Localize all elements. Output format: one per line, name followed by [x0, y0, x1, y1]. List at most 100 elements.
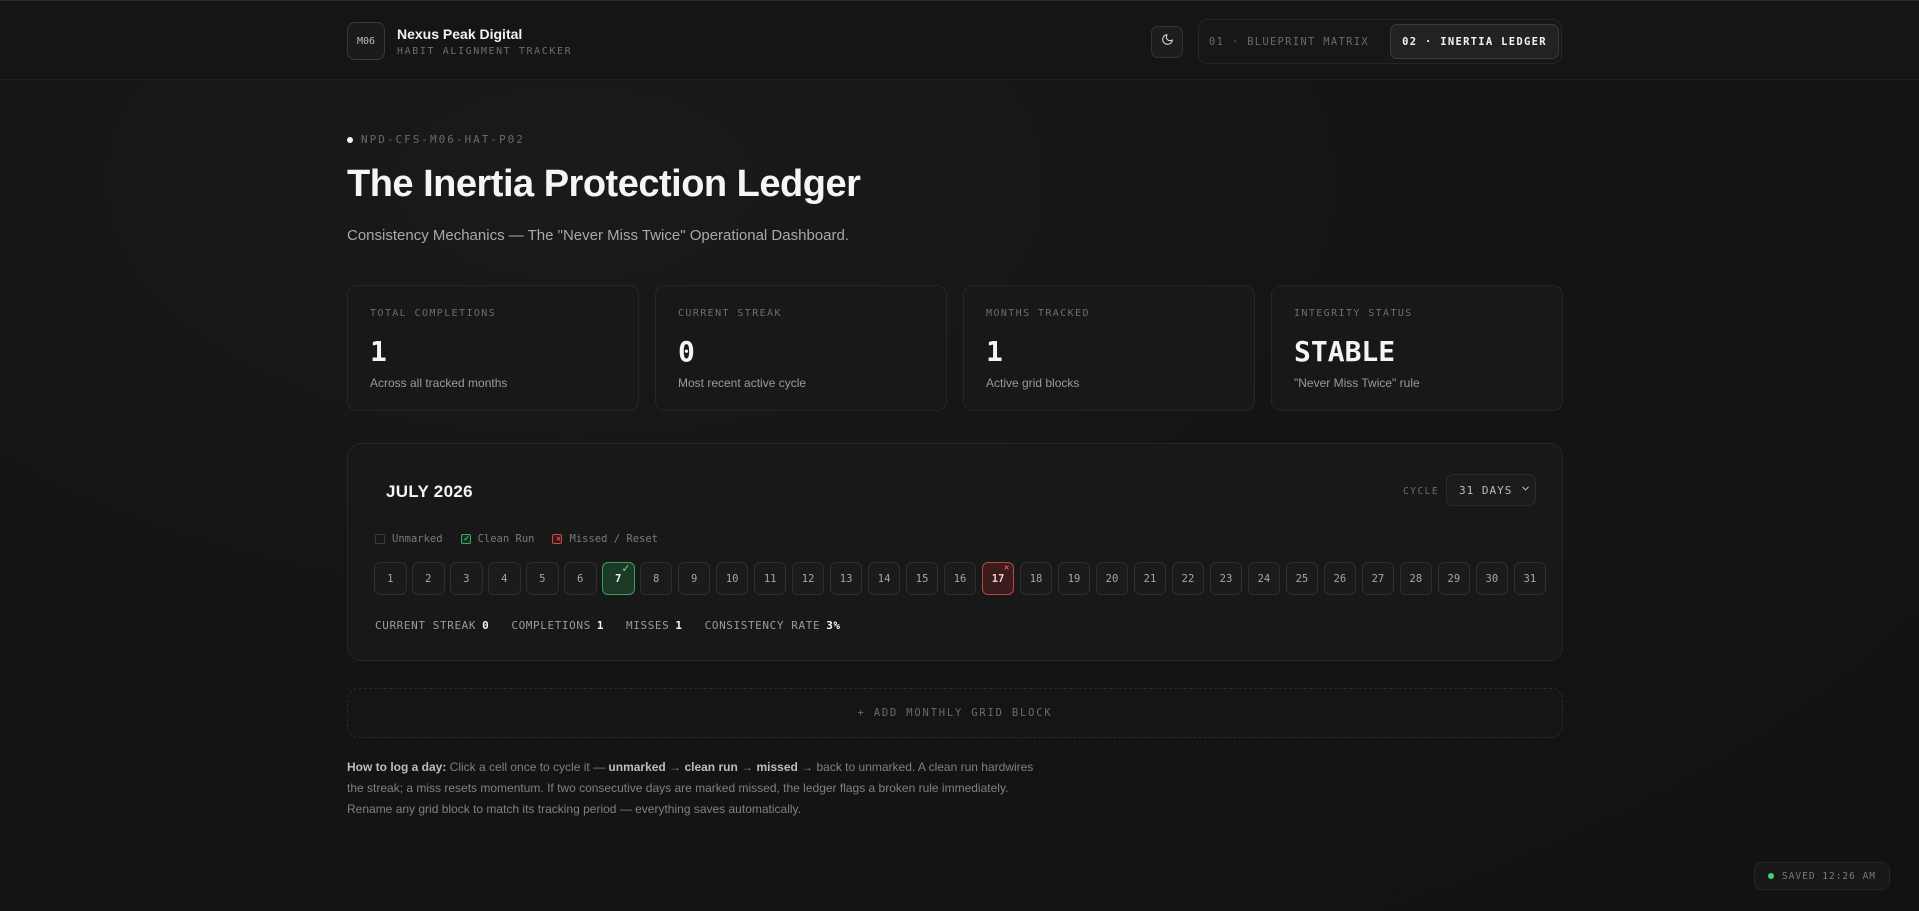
legend-label: Missed / Reset [569, 533, 658, 545]
cross-icon: ✕ [1003, 563, 1010, 573]
page-subtitle: Consistency Mechanics — The "Never Miss … [347, 227, 849, 244]
stat-card-total-completions: TOTAL COMPLETIONS 1 Across all tracked m… [347, 285, 639, 411]
day-cell-23[interactable]: 23 [1209, 562, 1243, 595]
day-number: 20 [1105, 572, 1119, 585]
summary-misses: MISSES 1 [626, 619, 683, 632]
day-number: 3 [463, 572, 470, 585]
day-number: 8 [653, 572, 660, 585]
stat-card-months-tracked: MONTHS TRACKED 1 Active grid blocks [963, 285, 1255, 411]
day-cell-4[interactable]: 4 [487, 562, 521, 595]
stat-note: Active grid blocks [986, 376, 1080, 390]
day-number: 31 [1523, 572, 1537, 585]
day-number: 7 [615, 572, 622, 585]
tab-blueprint-matrix[interactable]: 01 · BLUEPRINT MATRIX [1203, 24, 1375, 59]
day-cell-31[interactable]: 31 [1513, 562, 1547, 595]
day-cell-20[interactable]: 20 [1095, 562, 1129, 595]
day-number: 30 [1485, 572, 1499, 585]
day-cell-27[interactable]: 27 [1361, 562, 1395, 595]
day-number: 21 [1143, 572, 1157, 585]
day-number: 5 [539, 572, 546, 585]
day-cell-30[interactable]: 30 [1475, 562, 1509, 595]
day-number: 29 [1447, 572, 1461, 585]
cross-swatch-icon: ✕ [552, 534, 563, 544]
day-number: 12 [801, 572, 815, 585]
day-cell-19[interactable]: 19 [1057, 562, 1091, 595]
day-number: 13 [839, 572, 853, 585]
stat-value: 1 [986, 335, 1003, 368]
brand-badge: M06 [347, 22, 385, 60]
day-number: 18 [1029, 572, 1043, 585]
chevron-down-icon [1520, 483, 1531, 497]
day-number: 27 [1371, 572, 1385, 585]
stat-note: Most recent active cycle [678, 376, 807, 390]
day-cell-3[interactable]: 3 [449, 562, 483, 595]
summary-consistency-rate: CONSISTENCY RATE 3% [704, 619, 841, 632]
day-cell-15[interactable]: 15 [905, 562, 939, 595]
day-cell-5[interactable]: 5 [525, 562, 559, 595]
legend: Unmarked ✓ Clean Run ✕ Missed / Reset [375, 533, 658, 545]
day-number: 17 [991, 572, 1005, 585]
status-dot [347, 136, 353, 143]
day-number: 6 [577, 572, 584, 585]
day-cell-10[interactable]: 10 [715, 562, 749, 595]
legend-label: Clean Run [477, 533, 535, 545]
stat-label: TOTAL COMPLETIONS [370, 308, 497, 319]
day-number: 10 [725, 572, 739, 585]
tab-inertia-ledger[interactable]: 02 · INERTIA LEDGER [1390, 24, 1559, 59]
cycle-label: CYCLE [1403, 486, 1440, 497]
top-bar: M06 Nexus Peak Digital HABIT ALIGNMENT T… [0, 0, 1919, 80]
summary-completions: COMPLETIONS 1 [511, 619, 605, 632]
day-cell-6[interactable]: 6 [563, 562, 597, 595]
cycle-select[interactable]: 31 DAYS [1446, 474, 1536, 506]
day-cell-29[interactable]: 29 [1437, 562, 1471, 595]
stat-label: MONTHS TRACKED [986, 308, 1090, 319]
day-cell-17[interactable]: 17 ✕ [981, 562, 1015, 595]
save-status-badge: SAVED 12:26 AM [1754, 862, 1890, 890]
day-cell-9[interactable]: 9 [677, 562, 711, 595]
day-cell-8[interactable]: 8 [639, 562, 673, 595]
day-number: 25 [1295, 572, 1309, 585]
stat-value: 0 [678, 335, 695, 368]
document-id: NPD-CFS-M06-HAT-P02 [347, 133, 525, 146]
document-id-text: NPD-CFS-M06-HAT-P02 [361, 133, 525, 146]
legend-item-missed: ✕ Missed / Reset [552, 533, 658, 545]
day-cell-26[interactable]: 26 [1323, 562, 1357, 595]
day-number: 19 [1067, 572, 1081, 585]
day-cell-11[interactable]: 11 [753, 562, 787, 595]
day-number: 24 [1257, 572, 1271, 585]
stat-card-current-streak: CURRENT STREAK 0 Most recent active cycl… [655, 285, 947, 411]
stat-card-integrity-status: INTEGRITY STATUS STABLE "Never Miss Twic… [1271, 285, 1563, 411]
add-grid-block-button[interactable]: + ADD MONTHLY GRID BLOCK [347, 688, 1563, 738]
day-cell-28[interactable]: 28 [1399, 562, 1433, 595]
day-cell-16[interactable]: 16 [943, 562, 977, 595]
day-cell-1[interactable]: 1 [374, 562, 407, 595]
day-cell-24[interactable]: 24 [1247, 562, 1281, 595]
help-text: How to log a day: Click a cell once to c… [347, 760, 1034, 816]
day-cell-21[interactable]: 21 [1133, 562, 1167, 595]
day-cell-13[interactable]: 13 [829, 562, 863, 595]
brand-subtitle: HABIT ALIGNMENT TRACKER [397, 46, 573, 57]
grid-summary: CURRENT STREAK 0 COMPLETIONS 1 MISSES 1 CON… [375, 619, 841, 632]
day-number: 11 [763, 572, 777, 585]
day-number: 23 [1219, 572, 1233, 585]
day-cell-12[interactable]: 12 [791, 562, 825, 595]
theme-toggle-button[interactable] [1151, 26, 1183, 58]
stat-value: 1 [370, 335, 387, 368]
saved-dot-icon [1767, 873, 1774, 879]
cycle-select-value: 31 DAYS [1459, 483, 1513, 497]
day-number: 1 [387, 572, 394, 585]
day-cell-7[interactable]: 7 ✓ [601, 562, 635, 595]
day-number: 22 [1181, 572, 1195, 585]
save-status-text: SAVED 12:26 AM [1781, 870, 1877, 882]
stat-note: "Never Miss Twice" rule [1294, 376, 1420, 390]
unmarked-swatch-icon [375, 534, 385, 544]
day-cell-18[interactable]: 18 [1019, 562, 1053, 595]
day-cell-25[interactable]: 25 [1285, 562, 1319, 595]
summary-streak: CURRENT STREAK 0 [375, 619, 490, 632]
day-cell-2[interactable]: 2 [411, 562, 445, 595]
day-number: 9 [691, 572, 698, 585]
month-title[interactable]: JULY 2026 [386, 482, 473, 502]
stat-value: STABLE [1294, 335, 1396, 368]
day-cell-22[interactable]: 22 [1171, 562, 1205, 595]
day-cell-14[interactable]: 14 [867, 562, 901, 595]
